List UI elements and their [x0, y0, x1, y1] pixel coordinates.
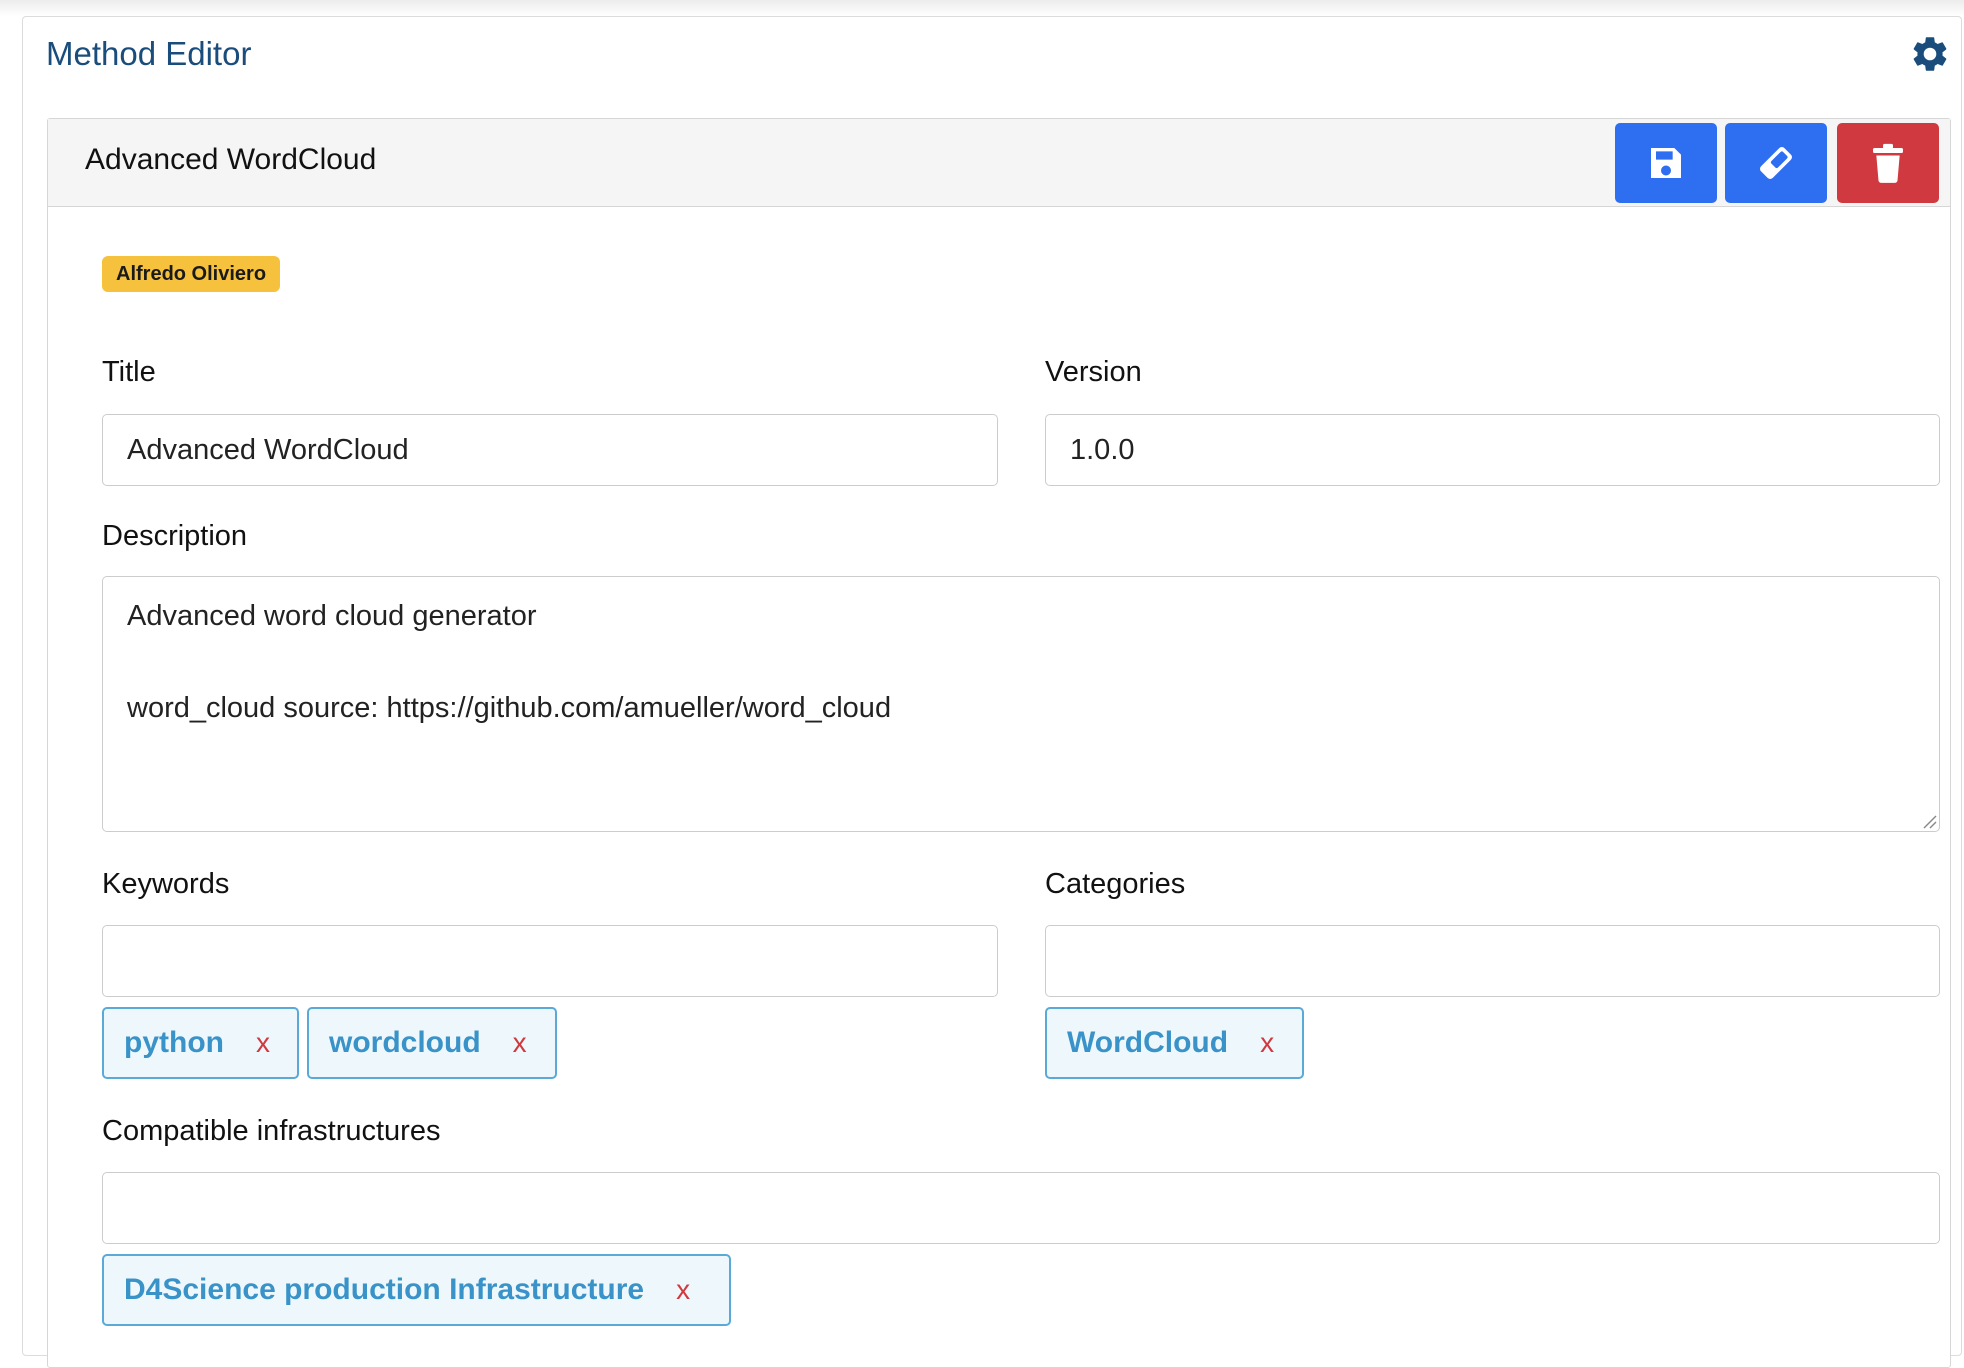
description-line [127, 639, 1915, 685]
keywords-label: Keywords [102, 868, 230, 900]
remove-tag-button[interactable]: x [676, 1274, 690, 1306]
description-label: Description [102, 520, 248, 552]
clear-button[interactable] [1725, 123, 1827, 203]
keyword-tag: wordcloud x [307, 1007, 557, 1079]
floppy-disk-icon [1651, 148, 1681, 178]
method-editor-card: Method Editor Advanced WordCloud Alfredo… [22, 16, 1962, 1368]
top-shadow [0, 0, 1964, 16]
method-title: Advanced WordCloud [85, 143, 377, 176]
title-label: Title [102, 356, 156, 388]
trash-icon [1873, 143, 1903, 183]
page-title: Method Editor [46, 35, 252, 72]
resize-handle-icon[interactable] [1921, 813, 1937, 829]
method-panel: Advanced WordCloud Alfredo Oliviero Titl… [47, 118, 1951, 1368]
infrastructures-input[interactable] [102, 1172, 1940, 1244]
categories-input[interactable] [1045, 925, 1940, 997]
gear-icon[interactable] [1909, 33, 1951, 75]
categories-label: Categories [1045, 868, 1186, 900]
title-input[interactable]: Advanced WordCloud [102, 414, 998, 486]
panel-header: Advanced WordCloud [48, 119, 1950, 207]
infrastructure-tag: D4Science production Infrastructure x [102, 1254, 731, 1326]
keyword-tag: python x [102, 1007, 299, 1079]
remove-tag-button[interactable]: x [513, 1027, 527, 1059]
keywords-input[interactable] [102, 925, 998, 997]
tag-label: python [124, 1026, 224, 1059]
infrastructures-label: Compatible infrastructures [102, 1115, 441, 1147]
save-button[interactable] [1615, 123, 1717, 203]
tag-label: D4Science production Infrastructure [124, 1273, 645, 1306]
eraser-icon [1760, 147, 1792, 179]
description-line: Advanced word cloud generator [127, 600, 537, 632]
tag-label: WordCloud [1067, 1026, 1229, 1059]
description-line: word_cloud source: https://github.com/am… [127, 692, 892, 724]
category-tag: WordCloud x [1045, 1007, 1304, 1079]
remove-tag-button[interactable]: x [1260, 1027, 1274, 1059]
description-textarea[interactable]: Advanced word cloud generator word_cloud… [102, 576, 1940, 832]
remove-tag-button[interactable]: x [256, 1027, 270, 1059]
version-input[interactable]: 1.0.0 [1045, 414, 1940, 486]
author-badge: Alfredo Oliviero [102, 256, 281, 292]
version-label: Version [1045, 356, 1142, 388]
delete-button[interactable] [1837, 123, 1939, 203]
tag-label: wordcloud [329, 1026, 481, 1059]
